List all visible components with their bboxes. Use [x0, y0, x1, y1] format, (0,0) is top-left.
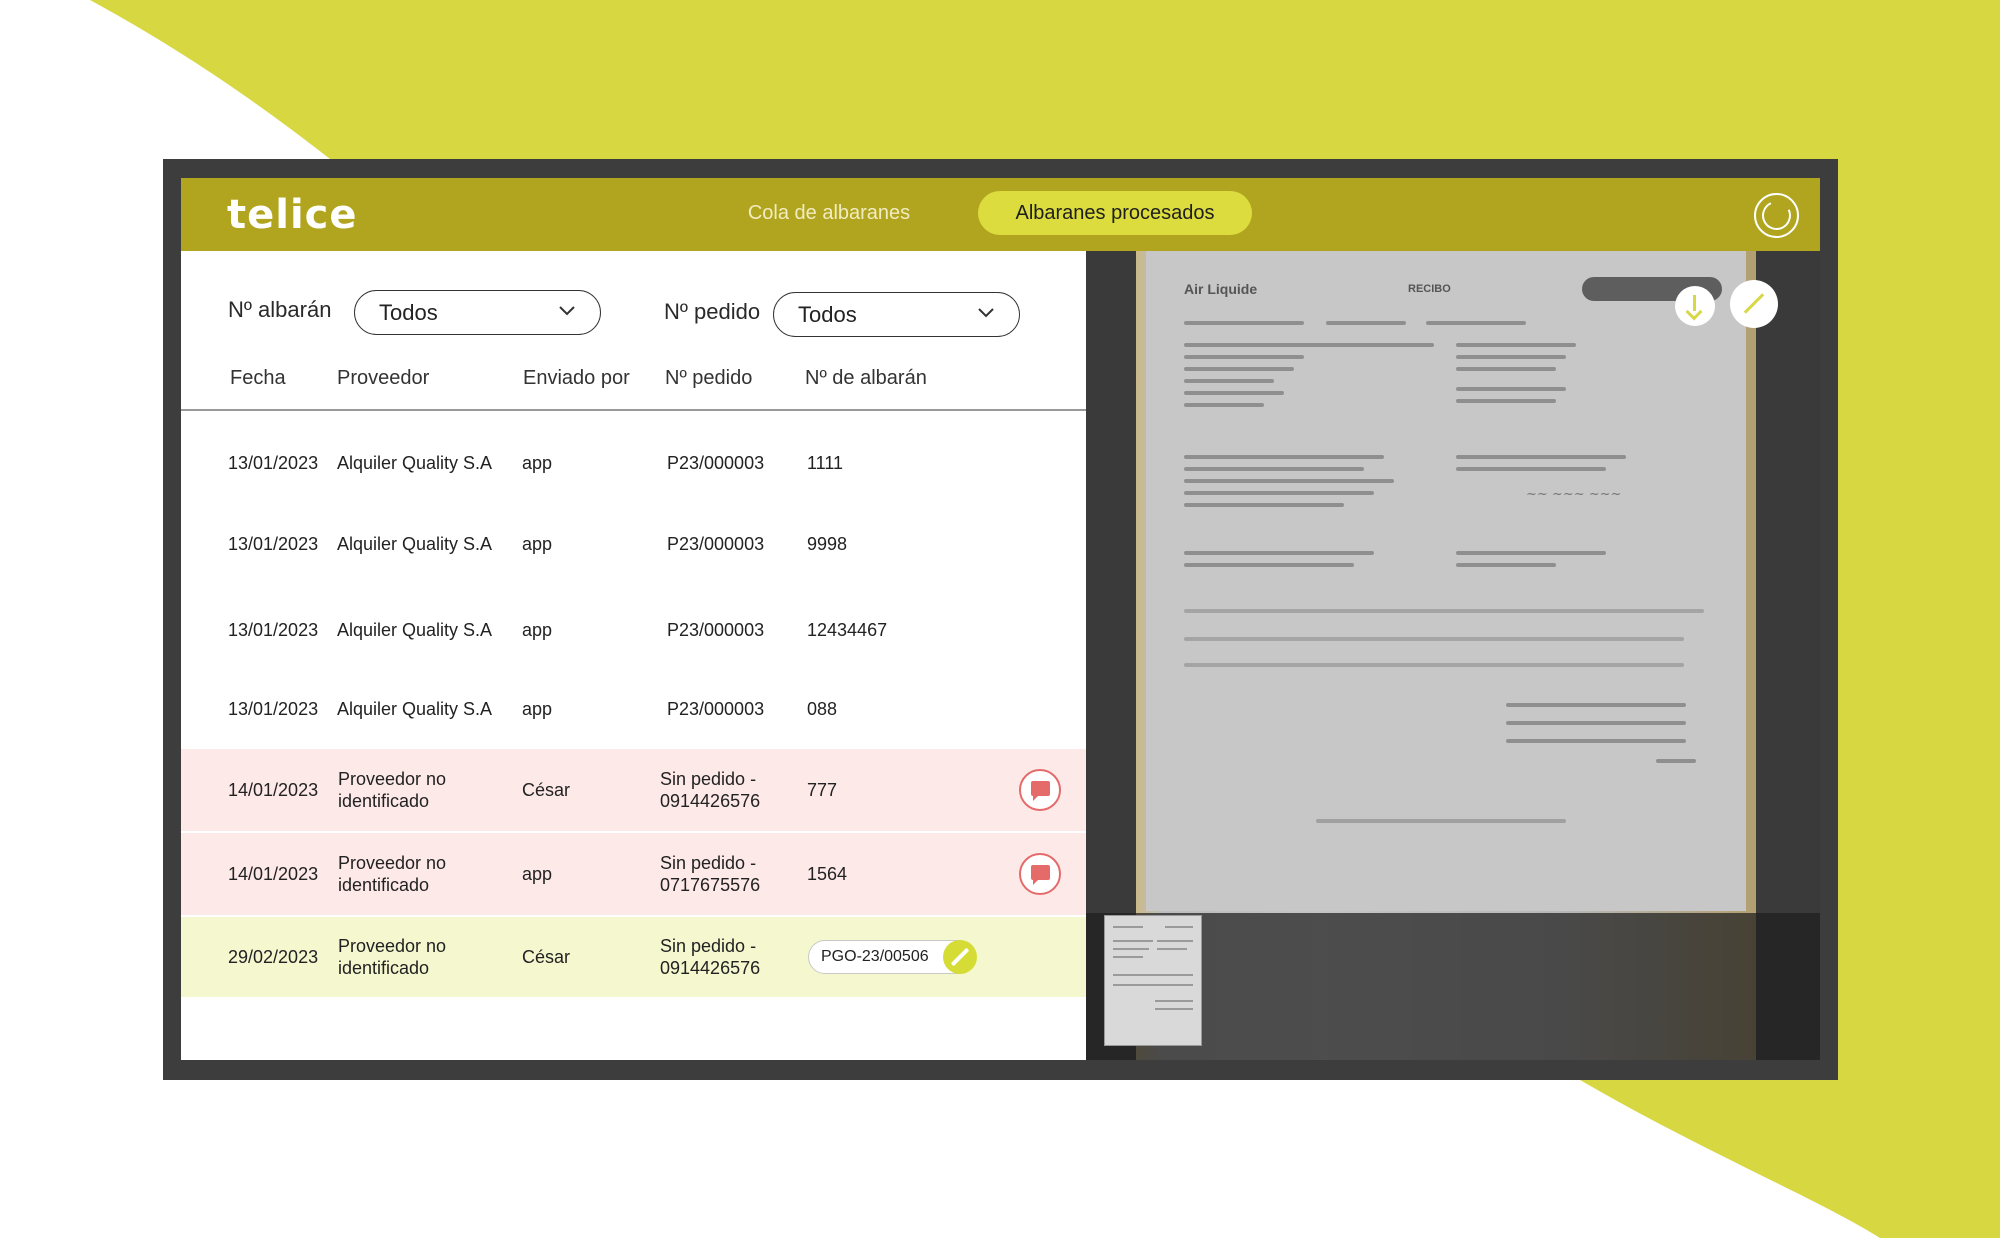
cell-proveedor: Alquiler Quality S.A	[337, 698, 493, 719]
chevron-down-icon	[978, 308, 994, 318]
cell-albaran: 9998	[807, 533, 848, 554]
table-row[interactable]: 13/01/2023 Alquiler Quality S.A app P23/…	[181, 676, 1086, 741]
cell-albaran: 777	[807, 780, 838, 800]
app-screen: telice Cola de albaranes Albaranes proce…	[181, 178, 1820, 1060]
filter-albaran-select[interactable]: Todos	[354, 290, 601, 335]
filter-pedido-select[interactable]: Todos	[773, 292, 1020, 337]
cell-proveedor-line-1: Proveedor no	[338, 853, 447, 873]
filter-albaran-value: Todos	[379, 300, 438, 325]
top-navigation-bar: telice Cola de albaranes Albaranes proce…	[181, 178, 1820, 251]
chevron-down-icon	[559, 306, 575, 316]
document-signature: ~~ ~~~ ~~~	[1526, 487, 1622, 502]
table-row[interactable]: 13/01/2023 Alquiler Quality S.A app P23/…	[181, 430, 1086, 495]
cell-pedido-line-2: 0717675576	[660, 875, 761, 895]
table-row-flagged[interactable]: 14/01/2023 Proveedor no identificado app…	[181, 833, 1086, 915]
column-header-proveedor[interactable]: Proveedor	[337, 367, 429, 390]
cell-enviado-por: app	[522, 698, 553, 719]
cell-pedido-line-1: Sin pedido -	[660, 853, 757, 873]
cell-albaran: 12434467	[807, 619, 888, 640]
cell-albaran: 1564	[807, 864, 848, 884]
cell-proveedor-line-1: Proveedor no	[338, 769, 447, 789]
cell-enviado-por: app	[522, 533, 553, 554]
cell-enviado-por: app	[522, 619, 553, 640]
cell-proveedor: Alquiler Quality S.A	[337, 452, 493, 473]
cell-proveedor-line-2: identificado	[338, 791, 430, 811]
column-header-pedido[interactable]: Nº pedido	[665, 367, 752, 390]
cell-albaran: 088	[807, 698, 838, 719]
cell-proveedor-line-2: identificado	[338, 958, 430, 978]
cell-proveedor-line-1: Proveedor no	[338, 936, 447, 956]
pencil-icon[interactable]	[943, 940, 977, 974]
expand-icon[interactable]	[1730, 280, 1778, 328]
tab-albaranes-procesados[interactable]: Albaranes procesados	[978, 191, 1252, 235]
cell-pedido-line-1: Sin pedido -	[660, 936, 757, 956]
cell-enviado-por: César	[522, 780, 571, 800]
download-icon[interactable]	[1675, 286, 1715, 326]
cell-pedido: P23/000003	[667, 533, 765, 554]
cell-fecha: 13/01/2023	[228, 619, 319, 640]
cell-proveedor-line-2: identificado	[338, 875, 430, 895]
cell-pedido: P23/000003	[667, 452, 765, 473]
cell-fecha: 14/01/2023	[228, 780, 319, 800]
cell-pedido: P23/000003	[667, 619, 765, 640]
document-title: RECIBO	[1408, 283, 1451, 295]
cell-albaran: 1111	[807, 452, 844, 473]
cell-enviado-por: app	[522, 864, 553, 884]
cell-enviado-por: César	[522, 947, 571, 967]
cell-pedido-line-2: 0914426576	[660, 958, 761, 978]
header-divider	[181, 409, 1086, 411]
comment-icon[interactable]	[1019, 769, 1061, 811]
cell-fecha: 13/01/2023	[228, 452, 319, 473]
table-row[interactable]: 13/01/2023 Alquiler Quality S.A app P23/…	[181, 511, 1086, 576]
tab-cola-de-albaranes[interactable]: Cola de albaranes	[729, 191, 929, 235]
column-header-fecha[interactable]: Fecha	[230, 367, 286, 390]
comment-icon[interactable]	[1019, 853, 1061, 895]
table-row-flagged[interactable]: 14/01/2023 Proveedor no identificado Cés…	[181, 749, 1086, 831]
cell-enviado-por: app	[522, 452, 553, 473]
thumbnail-strip	[1086, 913, 1820, 1060]
cell-fecha: 29/02/2023	[228, 947, 319, 967]
cell-pedido-line-1: Sin pedido -	[660, 769, 757, 789]
table-row[interactable]: 13/01/2023 Alquiler Quality S.A app P23/…	[181, 597, 1086, 662]
cell-pedido: P23/000003	[667, 698, 765, 719]
cell-pedido-line-2: 0914426576	[660, 791, 761, 811]
app-logo: telice	[227, 192, 358, 238]
cell-fecha: 13/01/2023	[228, 698, 319, 719]
app-window-frame: telice Cola de albaranes Albaranes proce…	[163, 159, 1838, 1080]
document-scan: Air Liquide RECIBO ~~ ~~~ ~~~	[1146, 251, 1746, 911]
document-brand: Air Liquide	[1184, 281, 1258, 297]
refresh-icon[interactable]	[1754, 193, 1799, 238]
cell-proveedor: Alquiler Quality S.A	[337, 619, 493, 640]
column-header-enviado-por[interactable]: Enviado por	[523, 367, 630, 390]
cell-fecha: 13/01/2023	[228, 533, 319, 554]
filter-pedido-value: Todos	[798, 302, 857, 327]
cell-proveedor: Alquiler Quality S.A	[337, 533, 493, 554]
filter-pedido-label: Nº pedido	[664, 299, 761, 324]
table-row-editing[interactable]: 29/02/2023 Proveedor no identificado Cés…	[181, 917, 1086, 997]
filter-albaran-label: Nº albarán	[228, 297, 332, 322]
cell-fecha: 14/01/2023	[228, 864, 319, 884]
page-thumbnail[interactable]	[1104, 915, 1202, 1046]
column-header-albaran[interactable]: Nº de albarán	[805, 367, 927, 390]
document-viewer: Air Liquide RECIBO ~~ ~~~ ~~~	[1086, 251, 1820, 1060]
